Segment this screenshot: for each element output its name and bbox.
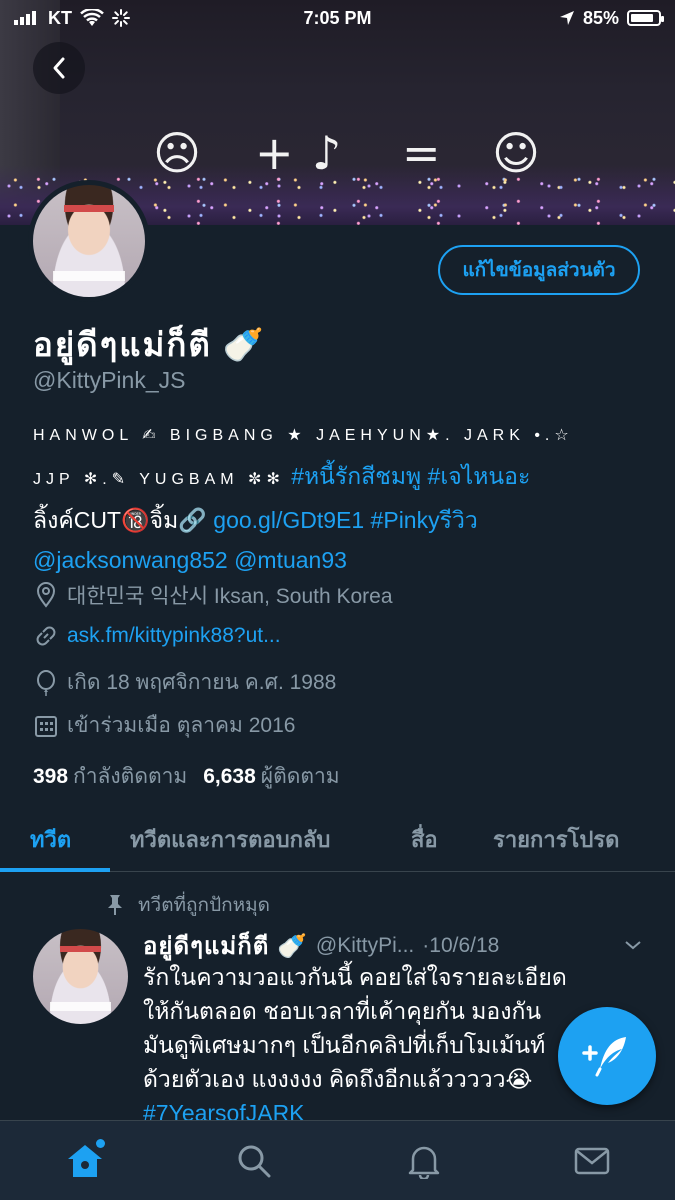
avatar-headband (64, 205, 114, 212)
home-icon (68, 1145, 102, 1177)
battery-fill (631, 14, 654, 22)
bio-mentions[interactable]: @jacksonwang852 @mtuan93 (33, 540, 643, 580)
tab-tweets-and-replies[interactable]: ทวีตและการตอบกลับ (130, 822, 330, 857)
tweet-menu-button[interactable] (623, 934, 643, 958)
link-icon (33, 623, 59, 649)
pinned-label: ทวีตที่ถูกปักหมุด (138, 895, 271, 916)
status-left: KT (14, 8, 130, 29)
chevron-down-icon (625, 940, 641, 949)
following-count: 398 (33, 765, 69, 788)
tweet-line: รักในความวอแวกันนี้ คอยใส่ใจรายละเอียด (143, 964, 567, 990)
tab-media[interactable]: สื่อ (411, 822, 438, 857)
website-link[interactable]: ask.fm/kittypink88?ut... (67, 624, 281, 648)
balloon-icon (33, 669, 59, 696)
tweet-avatar-caption (50, 1002, 111, 1011)
pin-icon (108, 895, 122, 915)
nav-notifications[interactable] (404, 1141, 444, 1181)
profile-tabs: ทวีต ทวีตและการตอบกลับ สื่อ รายการโปรด (0, 806, 675, 872)
activity-spinner-icon (112, 9, 130, 27)
chevron-left-icon (53, 57, 65, 79)
plus-sign: + (255, 126, 294, 180)
compose-tweet-button[interactable] (558, 1007, 656, 1105)
status-right: 85% (559, 7, 664, 29)
tweet-author-handle[interactable]: @KittyPi... (316, 934, 414, 958)
tab-likes[interactable]: รายการโปรด (493, 822, 619, 857)
tweet-line: ให้กันตลอด ชอบเวลาที่เค้าคุยกัน มองกัน (143, 998, 542, 1024)
smile-face-icon: ☺ (492, 126, 540, 180)
following-stat[interactable]: 398 กำลังติดตาม (33, 760, 187, 793)
bottom-navigation (0, 1120, 675, 1200)
joined-text: เข้าร่วมเมือ ตุลาคม 2016 (67, 714, 296, 737)
profile-handle: @KittyPink_JS (33, 367, 186, 393)
calendar-icon (33, 713, 59, 739)
followers-label: ผู้ติดตาม (260, 765, 340, 788)
location-row: 대한민국 익산시 Iksan, South Korea (33, 580, 393, 610)
bio-line-1: HANWOL ✍ BIGBANG ★ JAEHYUN★. JARK •.☆ (33, 427, 574, 444)
followers-stat[interactable]: 6,638 ผู้ติดตาม (203, 760, 339, 793)
signal-icon (14, 11, 36, 25)
status-bar: KT 7:05 PM 85% (0, 0, 675, 36)
profile-bio: HANWOL ✍ BIGBANG ★ JAEHYUN★. JARK •.☆ JJ… (33, 416, 643, 580)
follow-stats: 398 กำลังติดตาม 6,638 ผู้ติดตาม (33, 760, 340, 793)
music-note-icon: ♪ (312, 126, 342, 180)
tweet-avatar-headband (59, 946, 102, 952)
battery-percent: 85% (582, 7, 619, 28)
nav-home[interactable] (65, 1139, 105, 1181)
bio-line-2: JJP ✻.✎ YUGBAM ✼✻ #หนี้รักสีชมพู #เจไหนอ… (33, 456, 643, 500)
nav-search[interactable] (234, 1141, 274, 1181)
bio-link[interactable]: goo.gl/GDt9E1 #Pinkyรีวิว (213, 507, 477, 533)
pinned-indicator: ทวีตที่ถูกปักหมุด (106, 890, 270, 920)
battery-icon (627, 10, 664, 26)
new-content-dot (96, 1139, 105, 1148)
location-pin-icon (33, 582, 59, 608)
birthday-text: เกิด 18 พฤศจิกายน ค.ศ. 1988 (67, 671, 337, 694)
wifi-icon (80, 9, 104, 26)
mail-icon (574, 1147, 610, 1175)
equals-sign: = (402, 126, 441, 180)
banner-formula: ☹ + ♪ = ☺ (0, 128, 675, 178)
bio-line-3-text: ลิ้งค์CUT🔞จิ้ม🔗 (33, 507, 207, 533)
website-row: ask.fm/kittypink88?ut... (33, 623, 281, 649)
birthday-row: เกิด 18 พฤศจิกายน ค.ศ. 1988 (33, 666, 336, 699)
location-text: 대한민국 익산시 Iksan, South Korea (67, 585, 393, 608)
edit-profile-button[interactable]: แก้ไขข้อมูลส่วนตัว (438, 245, 640, 295)
active-tab-indicator (0, 868, 110, 872)
joined-row: เข้าร่วมเมือ ตุลาคม 2016 (33, 709, 295, 742)
bell-icon (408, 1146, 440, 1179)
search-icon (238, 1145, 271, 1178)
profile-name: อยู่ดีๆแม่ก็ตี 🍼 (33, 326, 267, 363)
profile-avatar[interactable] (28, 180, 150, 302)
back-button[interactable] (33, 42, 85, 94)
followers-count: 6,638 (203, 765, 256, 788)
tweet-date[interactable]: ·10/6/18 (422, 934, 499, 958)
carrier-label: KT (48, 7, 72, 28)
bio-line-2-text: JJP ✻.✎ YUGBAM ✼✻ (33, 471, 285, 488)
tab-tweets[interactable]: ทวีต (30, 822, 71, 857)
nav-messages[interactable] (572, 1141, 612, 1181)
location-arrow-icon (559, 11, 574, 25)
bio-line-3: ลิ้งค์CUT🔞จิ้ม🔗 goo.gl/GDt9E1 #Pinkyรีวิ… (33, 500, 643, 540)
avatar-caption (53, 271, 125, 282)
following-label: กำลังติดตาม (73, 765, 188, 788)
tweet-avatar[interactable] (33, 929, 128, 1024)
bio-hashtags[interactable]: #หนี้รักสีชมพู #เจไหนอะ (291, 463, 530, 489)
sad-face-icon: ☹ (153, 126, 201, 180)
quill-plus-icon (582, 1037, 626, 1077)
